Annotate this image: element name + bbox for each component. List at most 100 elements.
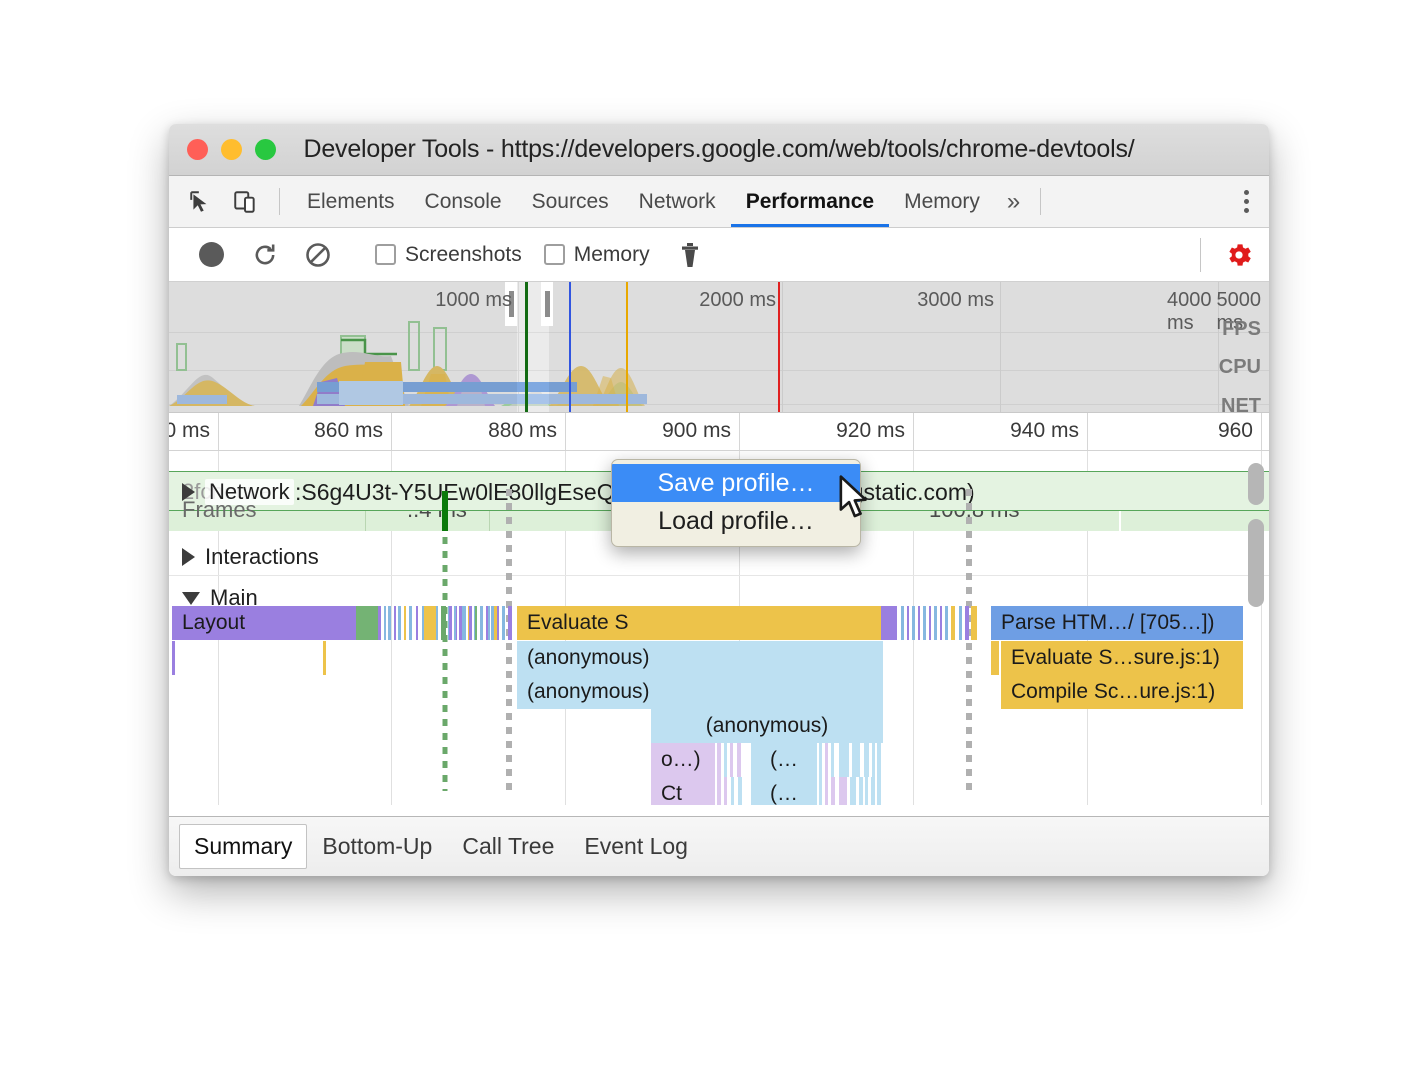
flame-bar-parse-html[interactable]: Parse HTM…/ [705…]) <box>991 606 1243 640</box>
expand-triangle-icon[interactable] <box>182 548 195 566</box>
device-toolbar-icon[interactable] <box>223 176 267 227</box>
toolbar-divider-right <box>1040 188 1041 215</box>
flame-row-3[interactable]: (anonymous) <box>169 709 1269 743</box>
dcl-marker-line <box>525 282 528 412</box>
interactions-track-label: Interactions <box>205 544 319 570</box>
tab-elements[interactable]: Elements <box>292 176 410 227</box>
screenshots-checkbox[interactable]: Screenshots <box>375 243 522 267</box>
flame-bar-anonymous-2[interactable]: (anonymous) <box>517 675 883 709</box>
collect-garbage-button[interactable] <box>664 228 717 282</box>
flame-row-5[interactable]: Ct (… <box>169 777 1269 805</box>
overview-lane-label-fps: FPS <box>1222 318 1261 341</box>
ruler-label-960: 960 <box>1218 419 1261 443</box>
tab-network[interactable]: Network <box>624 176 731 227</box>
overview-time-label: 3000 ms <box>917 289 1000 312</box>
overview-lane-label-cpu: CPU <box>1219 356 1261 379</box>
toolbar-divider <box>279 188 280 215</box>
context-menu-item-save-profile[interactable]: Save profile… <box>612 464 860 502</box>
collapse-triangle-icon[interactable] <box>182 592 200 605</box>
record-button[interactable] <box>185 228 238 282</box>
tab-console[interactable]: Console <box>410 176 517 227</box>
tab-bottom-up[interactable]: Bottom-Up <box>307 824 447 869</box>
inspect-element-icon[interactable] <box>179 176 223 227</box>
overview-lane-label-net: NET <box>1221 395 1261 413</box>
memory-checkbox[interactable]: Memory <box>544 243 650 267</box>
tab-memory-label: Memory <box>904 190 980 214</box>
main-track-header[interactable]: Main <box>182 585 258 611</box>
overview-dim-right <box>549 282 1269 412</box>
network-track-header[interactable]: Network <box>182 479 294 505</box>
interactions-track-header[interactable]: Interactions <box>182 544 319 570</box>
tab-summary[interactable]: Summary <box>179 824 307 869</box>
expand-triangle-icon[interactable] <box>182 483 195 501</box>
ruler-label-840: 0 ms <box>169 419 218 443</box>
window-title: Developer Tools - https://developers.goo… <box>169 135 1269 164</box>
overview-time-label: 4000 ms <box>1167 289 1218 335</box>
timeline-ruler: 0 ms 860 ms 880 ms 900 ms 920 ms 940 ms … <box>169 413 1269 451</box>
ruler-label-900: 900 ms <box>662 419 739 443</box>
kebab-menu-icon[interactable] <box>1223 176 1269 227</box>
screenshots-checkbox-label: Screenshots <box>405 243 522 267</box>
ruler-label-940: 940 ms <box>1010 419 1087 443</box>
ruler-label-860: 860 ms <box>314 419 391 443</box>
tab-sources[interactable]: Sources <box>517 176 624 227</box>
main-track-label: Main <box>210 585 258 611</box>
flame-bar-layout[interactable]: Layout <box>172 606 334 640</box>
flame-bar-anonymous-3[interactable]: (anonymous) <box>651 709 883 743</box>
tab-elements-label: Elements <box>307 190 395 214</box>
overview-window-right-handle[interactable] <box>541 282 553 326</box>
screenshots-checkbox-box[interactable] <box>375 244 396 265</box>
flame-bar-ct[interactable]: Ct <box>651 777 715 805</box>
memory-checkbox-label: Memory <box>574 243 650 267</box>
tab-network-label: Network <box>639 190 716 214</box>
traffic-lights <box>187 139 276 160</box>
tracks-scrollbar-thumb[interactable] <box>1248 519 1264 607</box>
drawer-tabbar: Summary Bottom-Up Call Tree Event Log <box>169 816 1269 876</box>
flame-bar-evaluate-script[interactable]: Evaluate S <box>517 606 853 640</box>
maximize-window-button[interactable] <box>255 139 276 160</box>
flame-bar-anonymous-1[interactable]: (anonymous) <box>517 641 883 675</box>
tab-sources-label: Sources <box>532 190 609 214</box>
tab-console-label: Console <box>425 190 502 214</box>
overview-time-label: 1000 ms <box>435 289 518 312</box>
reload-and-record-button[interactable] <box>238 228 291 282</box>
capture-settings-gear-icon[interactable] <box>1209 240 1269 270</box>
timeline-overview[interactable]: 1000 ms 2000 ms 3000 ms 4000 ms 5000 ms … <box>169 282 1269 413</box>
tracks-scrollbar-thumb-upper[interactable] <box>1248 463 1264 505</box>
overview-time-label: 2000 ms <box>699 289 782 312</box>
flame-bar-o-paren[interactable]: o…) <box>651 743 715 777</box>
flame-bar-evaluate-script-2[interactable]: Evaluate S…sure.js:1) <box>1001 641 1243 675</box>
ruler-label-880: 880 ms <box>488 419 565 443</box>
fmp-marker-line-orange <box>626 282 628 412</box>
more-tabs-chevron-icon[interactable]: » <box>995 176 1032 227</box>
flame-bar-paren-1[interactable]: (… <box>751 743 817 777</box>
tab-event-log[interactable]: Event Log <box>569 824 703 869</box>
window-titlebar: Developer Tools - https://developers.goo… <box>169 124 1269 176</box>
load-marker-line-blue <box>569 282 571 412</box>
close-window-button[interactable] <box>187 139 208 160</box>
tab-performance[interactable]: Performance <box>731 176 889 227</box>
flame-chart-tracks[interactable]: ..4 ms 51.6 ms 100.8 ms Frames 2fcneuva.… <box>169 451 1269 805</box>
record-toolbar-right <box>1192 238 1269 272</box>
mouse-cursor-icon <box>837 475 871 521</box>
performance-record-toolbar: Screenshots Memory <box>169 228 1269 282</box>
timeline-context-menu[interactable]: Save profile… Load profile… <box>611 459 861 547</box>
flame-row-4[interactable]: o…) (… <box>169 743 1269 777</box>
tab-memory[interactable]: Memory <box>889 176 995 227</box>
tab-performance-label: Performance <box>746 190 874 214</box>
minimize-window-button[interactable] <box>221 139 242 160</box>
flame-bar-compile-script[interactable]: Compile Sc…ure.js:1) <box>1001 675 1243 709</box>
ruler-label-920: 920 ms <box>836 419 913 443</box>
flame-bar-paren-2[interactable]: (… <box>751 777 817 805</box>
context-menu-item-load-profile[interactable]: Load profile… <box>612 502 860 540</box>
flame-row-1[interactable]: (anonymous) Evaluate S…sure.js:1) <box>169 641 1269 675</box>
devtools-window: Developer Tools - https://developers.goo… <box>169 124 1269 876</box>
clear-recording-button[interactable] <box>291 228 344 282</box>
screenshot-root: Developer Tools - https://developers.goo… <box>0 0 1419 1065</box>
tab-call-tree[interactable]: Call Tree <box>447 824 569 869</box>
flame-row-2[interactable]: (anonymous) Compile Sc…ure.js:1) <box>169 675 1269 709</box>
flame-row-0[interactable]: Layout <box>169 606 1269 640</box>
devtools-panel-tabbar: Elements Console Sources Network Perform… <box>169 176 1269 228</box>
memory-checkbox-box[interactable] <box>544 244 565 265</box>
settings-divider <box>1200 238 1201 272</box>
